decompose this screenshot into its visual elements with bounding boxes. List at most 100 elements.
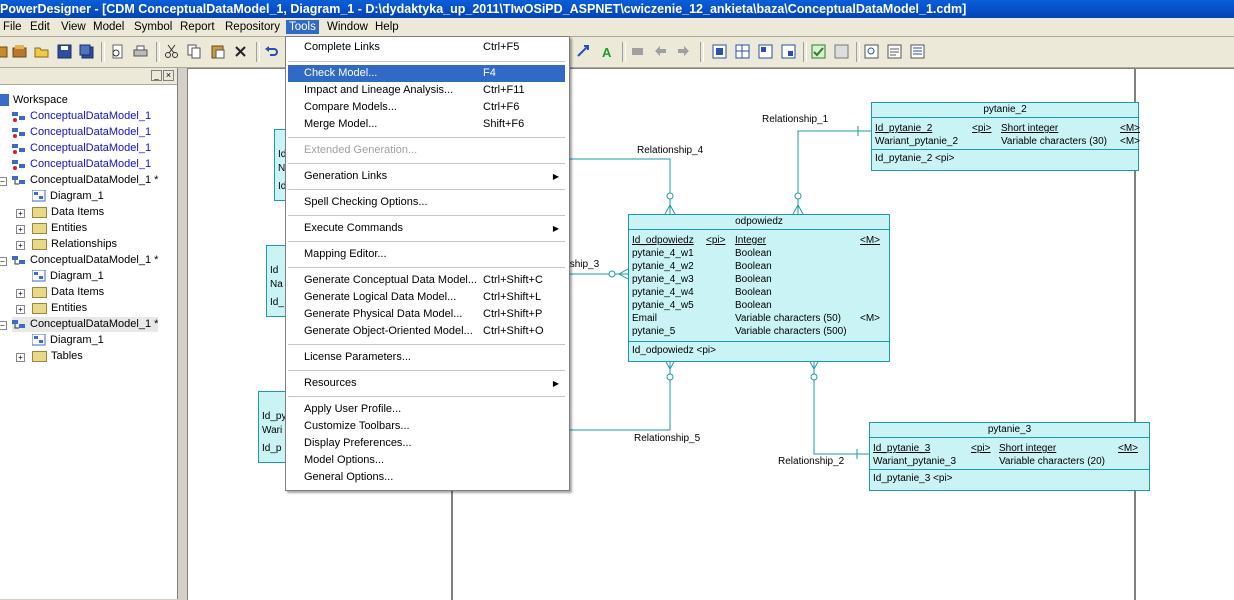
menu-file[interactable]: File <box>0 20 25 34</box>
expand-icon[interactable]: + <box>16 209 25 218</box>
expand-icon[interactable]: + <box>16 289 25 298</box>
tree-model-6[interactable]: ConceptualDataModel_1 * <box>12 253 158 268</box>
menu-symbol[interactable]: Symbol <box>131 20 175 34</box>
output-icon[interactable] <box>887 44 902 59</box>
menu-help[interactable]: Help <box>372 20 402 34</box>
undo-icon[interactable] <box>264 44 279 59</box>
tree-model-7[interactable]: ConceptualDataModel_1 * <box>12 317 159 332</box>
grid-icon[interactable] <box>735 44 750 59</box>
paste-icon[interactable] <box>210 44 225 59</box>
relationship-label[interactable]: Relationship_2 <box>778 456 844 467</box>
menu-item-label: Resources <box>304 377 357 389</box>
menu-tools[interactable]: Tools <box>286 20 319 34</box>
tree-tables[interactable]: Tables <box>32 349 83 364</box>
menu-item-resources[interactable]: Resources ▶ <box>288 375 565 392</box>
close-icon[interactable]: × <box>163 70 174 81</box>
tree-model-5[interactable]: ConceptualDataModel_1 * <box>12 173 158 188</box>
attribute-type: Short integer <box>999 443 1057 454</box>
menu-item-customize-toolbars[interactable]: Customize Toolbars... <box>288 418 565 435</box>
menu-item-spell-checking[interactable]: Spell Checking Options... <box>288 194 565 211</box>
attribute-mandatory: <M> <box>1118 443 1139 454</box>
menu-item-merge-model[interactable]: Merge Model... Shift+F6 <box>288 116 565 133</box>
menu-item-display-preferences[interactable]: Display Preferences... <box>288 435 565 452</box>
tree-diagram[interactable]: Diagram_1 <box>31 333 104 348</box>
entity-divider <box>870 469 1149 470</box>
tree-data-items[interactable]: Data Items <box>32 285 104 300</box>
expand-icon[interactable]: + <box>16 353 25 362</box>
text-icon[interactable]: A <box>600 44 615 60</box>
entity-pytanie-3[interactable]: pytanie_3 Id_pytanie_3 <pi> Short intege… <box>869 422 1150 491</box>
new-model-icon[interactable] <box>12 44 27 59</box>
export-icon[interactable] <box>834 44 849 59</box>
attribute-name: Id_pytanie_2 <box>875 123 933 134</box>
open-folder-icon[interactable] <box>34 44 49 59</box>
menu-item-apply-user-profile[interactable]: Apply User Profile... <box>288 401 565 418</box>
tree-diagram[interactable]: Diagram_1 <box>31 189 104 204</box>
collapse-icon[interactable]: − <box>0 257 7 266</box>
menu-report[interactable]: Report <box>177 20 218 34</box>
menu-model[interactable]: Model <box>90 20 127 34</box>
menu-item-check-model[interactable]: Check Model... F4 <box>288 65 565 82</box>
menu-item-generate-oom[interactable]: Generate Object-Oriented Model... Ctrl+Sh… <box>288 323 565 340</box>
menu-item-model-options[interactable]: Model Options... <box>288 452 565 469</box>
tree-diagram[interactable]: Diagram_1 <box>31 269 104 284</box>
menu-item-mapping-editor[interactable]: Mapping Editor... <box>288 246 565 263</box>
relationship-label[interactable]: Relationship_5 <box>634 433 700 444</box>
tree-entities[interactable]: Entities <box>32 221 87 236</box>
toolbar-model-icon[interactable] <box>0 44 9 59</box>
attribute-type: Boolean <box>735 274 772 285</box>
layout-icon[interactable] <box>758 44 773 59</box>
menu-item-compare-models[interactable]: Compare Models... Ctrl+F6 <box>288 99 565 116</box>
menu-item-label: Merge Model... <box>304 118 378 130</box>
attribute-type: Boolean <box>735 248 772 259</box>
print-preview-icon[interactable] <box>110 44 125 59</box>
menu-item-complete-links[interactable]: Complete Links Ctrl+F5 <box>288 39 565 56</box>
align-icon[interactable] <box>576 44 591 59</box>
delete-icon[interactable] <box>233 44 248 59</box>
check-icon[interactable] <box>811 44 826 59</box>
tree-model-3[interactable]: ConceptualDataModel_1 <box>12 141 151 156</box>
expand-icon[interactable]: + <box>16 225 25 234</box>
collapse-icon[interactable]: − <box>0 321 7 330</box>
menu-item-generate-ldm[interactable]: Generate Logical Data Model... Ctrl+Shift… <box>288 289 565 306</box>
print-icon[interactable] <box>133 44 148 59</box>
symbol-icon[interactable] <box>781 44 796 59</box>
tree-model-2[interactable]: ConceptualDataModel_1 <box>12 125 151 140</box>
menu-item-label: Generation Links <box>304 170 388 182</box>
tree-entities[interactable]: Entities <box>32 301 87 316</box>
cut-icon[interactable] <box>164 44 179 59</box>
tree-relationships[interactable]: Relationships <box>32 237 117 252</box>
minimize-icon[interactable]: _ <box>151 70 162 81</box>
save-icon[interactable] <box>57 44 72 59</box>
menu-item-impact-analysis[interactable]: Impact and Lineage Analysis... Ctrl+F11 <box>288 82 565 99</box>
entity-pytanie-2[interactable]: pytanie_2 Id_pytanie_2 <pi> Short intege… <box>871 102 1140 171</box>
relationship-label[interactable]: Relationship_1 <box>762 114 828 125</box>
tree-workspace[interactable]: Workspace <box>0 93 68 108</box>
copy-icon[interactable] <box>187 44 202 59</box>
expand-icon[interactable]: + <box>16 241 25 250</box>
result-list-icon[interactable] <box>910 44 925 59</box>
menu-window[interactable]: Window <box>324 20 371 34</box>
attribute-name: pytanie_4_w1 <box>632 248 694 259</box>
expand-icon[interactable]: + <box>16 305 25 314</box>
tree-data-items[interactable]: Data Items <box>32 205 104 220</box>
menu-item-generate-pdm[interactable]: Generate Physical Data Model... Ctrl+Shif… <box>288 306 565 323</box>
menu-item-execute-commands[interactable]: Execute Commands ▶ <box>288 220 565 237</box>
menu-item-generation-links[interactable]: Generation Links ▶ <box>288 168 565 185</box>
tree-model-4[interactable]: ConceptualDataModel_1 <box>12 157 151 172</box>
menu-item-generate-cdm[interactable]: Generate Conceptual Data Model... Ctrl+Sh… <box>288 272 565 289</box>
menu-repository[interactable]: Repository <box>222 20 283 34</box>
tree-model-1[interactable]: ConceptualDataModel_1 <box>12 109 151 124</box>
browser-icon[interactable] <box>864 44 879 59</box>
entity-odpowiedz[interactable]: odpowiedz Id_odpowiedz <pi> Integer <M> … <box>628 214 890 362</box>
toolbar-separator <box>856 42 860 62</box>
relationship-label[interactable]: Relationship_4 <box>637 145 703 156</box>
menu-view[interactable]: View <box>58 20 89 34</box>
collapse-icon[interactable]: − <box>0 177 7 186</box>
menu-edit[interactable]: Edit <box>27 20 53 34</box>
view-icon[interactable] <box>712 44 727 59</box>
menu-item-license-parameters[interactable]: License Parameters... <box>288 349 565 366</box>
save-all-icon[interactable] <box>79 44 94 59</box>
attribute-type: Integer <box>735 235 767 246</box>
menu-item-general-options[interactable]: General Options... <box>288 469 565 486</box>
